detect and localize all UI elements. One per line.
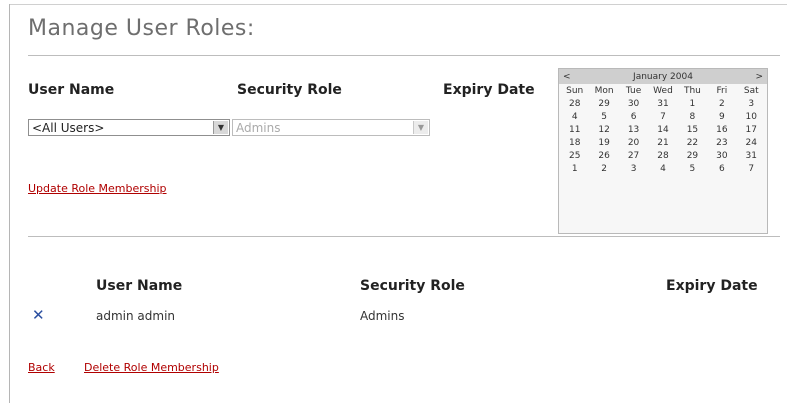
calendar-day[interactable]: 30 <box>619 98 648 111</box>
calendar-day[interactable]: 26 <box>589 150 618 163</box>
calendar-day[interactable]: 20 <box>619 137 648 150</box>
frame-top-border <box>9 4 787 5</box>
role-select-value: Admins <box>236 121 281 135</box>
calendar-day[interactable]: 13 <box>619 124 648 137</box>
calendar-day[interactable]: 4 <box>648 163 677 176</box>
calendar-day[interactable]: 10 <box>737 111 766 124</box>
calendar-day[interactable]: 28 <box>560 98 589 111</box>
calendar-day[interactable]: 11 <box>560 124 589 137</box>
calendar-day[interactable]: 3 <box>737 98 766 111</box>
section-divider <box>28 236 780 237</box>
calendar-day[interactable]: 5 <box>589 111 618 124</box>
calendar-prev-button[interactable]: < <box>563 72 571 82</box>
calendar-day[interactable]: 27 <box>619 150 648 163</box>
delete-role-membership-link[interactable]: Delete Role Membership <box>84 361 219 374</box>
calendar-day[interactable]: 31 <box>648 98 677 111</box>
calendar-day[interactable]: 6 <box>707 163 736 176</box>
calendar-day[interactable]: 1 <box>678 98 707 111</box>
calendar-day[interactable]: 30 <box>707 150 736 163</box>
role-select: Admins ▼ <box>232 119 430 136</box>
calendar-day[interactable]: 7 <box>648 111 677 124</box>
calendar-weekday: Thu <box>683 86 701 96</box>
calendar-weekday: Fri <box>716 86 728 96</box>
calendar-day[interactable]: 16 <box>707 124 736 137</box>
calendar-day[interactable]: 24 <box>737 137 766 150</box>
calendar-day[interactable]: 8 <box>678 111 707 124</box>
calendar-day[interactable]: 3 <box>619 163 648 176</box>
calendar-header: < January 2004 > <box>559 69 767 84</box>
calendar-weekday: Tue <box>625 86 642 96</box>
calendar-day[interactable]: 2 <box>589 163 618 176</box>
calendar-day[interactable]: 4 <box>560 111 589 124</box>
calendar-day[interactable]: 21 <box>648 137 677 150</box>
calendar-grid: Sun Mon Tue Wed Thu Fri Sat 28 29 30 31 1 2 3 4 5 6 7 8 9 10… <box>559 84 767 176</box>
calendar-day[interactable]: 2 <box>707 98 736 111</box>
update-role-membership-link[interactable]: Update Role Membership <box>28 182 167 195</box>
calendar-weekday: Sat <box>743 86 759 96</box>
chevron-down-icon: ▼ <box>413 121 428 134</box>
user-name-label: User Name <box>28 82 115 98</box>
calendar-weekday: Sun <box>566 86 584 96</box>
user-select[interactable]: <All Users> ▼ <box>28 119 230 136</box>
calendar-day[interactable]: 25 <box>560 150 589 163</box>
calendar-month-label: January 2004 <box>633 71 693 82</box>
calendar-day[interactable]: 31 <box>737 150 766 163</box>
calendar-next-button[interactable]: > <box>755 72 763 82</box>
x-icon[interactable]: ✕ <box>32 306 45 324</box>
calendar-day[interactable]: 29 <box>678 150 707 163</box>
calendar-weekday: Wed <box>653 86 673 96</box>
calendar-day[interactable]: 17 <box>737 124 766 137</box>
expiry-date-label: Expiry Date <box>443 82 535 98</box>
calendar-day[interactable]: 1 <box>560 163 589 176</box>
back-link[interactable]: Back <box>28 361 55 374</box>
page-title: Manage User Roles: <box>28 16 255 41</box>
row-user-name: admin admin <box>96 309 176 323</box>
calendar-day[interactable]: 7 <box>737 163 766 176</box>
calendar-weekday: Mon <box>594 86 614 96</box>
table-header-expiry-date: Expiry Date <box>666 278 758 294</box>
expiry-date-calendar: < January 2004 > Sun Mon Tue Wed Thu Fri Sat 28… <box>558 68 768 234</box>
calendar-day[interactable]: 15 <box>678 124 707 137</box>
calendar-day[interactable]: 28 <box>648 150 677 163</box>
security-role-label: Security Role <box>237 82 342 98</box>
calendar-day[interactable]: 6 <box>619 111 648 124</box>
table-header-user-name: User Name <box>96 278 183 294</box>
calendar-day[interactable]: 22 <box>678 137 707 150</box>
calendar-day[interactable]: 12 <box>589 124 618 137</box>
calendar-day[interactable]: 9 <box>707 111 736 124</box>
calendar-day[interactable]: 14 <box>648 124 677 137</box>
calendar-day[interactable]: 18 <box>560 137 589 150</box>
table-header-security-role: Security Role <box>360 278 465 294</box>
calendar-day[interactable]: 29 <box>589 98 618 111</box>
row-security-role: Admins <box>360 309 405 323</box>
user-select-value: <All Users> <box>32 121 105 135</box>
calendar-day[interactable]: 5 <box>678 163 707 176</box>
chevron-down-icon[interactable]: ▼ <box>213 121 228 134</box>
title-divider <box>28 55 780 56</box>
calendar-day[interactable]: 19 <box>589 137 618 150</box>
frame-left-border <box>9 4 10 403</box>
calendar-day[interactable]: 23 <box>707 137 736 150</box>
